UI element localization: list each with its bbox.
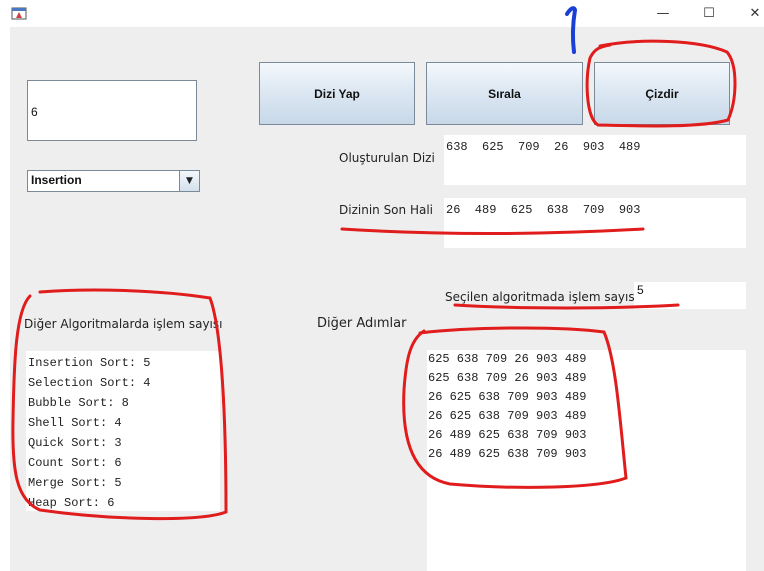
other-algorithms-label: Diğer Algoritmalarda işlem sayısı — [24, 317, 223, 331]
java-app-icon — [11, 7, 27, 20]
make-array-button[interactable]: Dizi Yap — [259, 62, 415, 125]
maximize-icon: ☐ — [703, 6, 715, 21]
list-item: Shell Sort: 4 — [28, 416, 122, 430]
chevron-down-icon[interactable]: ▼ — [179, 171, 199, 191]
algorithm-select[interactable]: Insertion ▼ — [27, 170, 200, 192]
maximize-button[interactable]: ☐ — [686, 0, 732, 27]
final-array-field[interactable]: 26 489 625 638 709 903 — [444, 198, 746, 248]
sort-button[interactable]: Sırala — [426, 62, 583, 125]
steps-text-area[interactable]: 625 638 709 26 903 489 625 638 709 26 90… — [427, 350, 746, 571]
list-item: 26 489 625 638 709 903 — [428, 428, 587, 442]
algorithm-select-value: Insertion — [31, 173, 82, 187]
selected-ops-value: 5 — [637, 283, 644, 297]
array-size-input[interactable]: 6 — [27, 80, 197, 141]
created-array-value: 638 625 709 26 903 489 — [446, 140, 641, 154]
main-panel: 6 Insertion ▼ Dizi Yap Sırala Çizdir Olu… — [10, 27, 764, 571]
list-item: Heap Sort: 6 — [28, 496, 115, 510]
list-item: 26 625 638 709 903 489 — [428, 409, 587, 423]
selected-ops-label: Seçilen algoritmada işlem sayısı — [445, 290, 638, 304]
final-array-label: Dizinin Son Hali — [339, 203, 433, 217]
created-array-label: Oluşturulan Dizi — [339, 151, 435, 165]
list-item: Bubble Sort: 8 — [28, 396, 129, 410]
close-icon: ✕ — [749, 6, 761, 21]
close-button[interactable]: ✕ — [732, 0, 764, 27]
draw-button[interactable]: Çizdir — [594, 62, 730, 125]
created-array-field[interactable]: 638 625 709 26 903 489 — [444, 135, 746, 185]
list-item: 625 638 709 26 903 489 — [428, 352, 587, 366]
list-item: Quick Sort: 3 — [28, 436, 122, 450]
title-bar: — ☐ ✕ — [0, 0, 764, 27]
list-item: 625 638 709 26 903 489 — [428, 371, 587, 385]
list-item: 26 625 638 709 903 489 — [428, 390, 587, 404]
final-array-value: 26 489 625 638 709 903 — [446, 203, 641, 217]
list-item: Count Sort: 6 — [28, 456, 122, 470]
other-steps-label: Diğer Adımlar — [317, 316, 407, 331]
array-size-value: 6 — [31, 105, 38, 119]
list-item: 26 489 625 638 709 903 — [428, 447, 587, 461]
minimize-icon: — — [656, 6, 670, 21]
list-item: Insertion Sort: 5 — [28, 356, 151, 370]
list-item: Merge Sort: 5 — [28, 476, 122, 490]
list-item: Selection Sort: 4 — [28, 376, 151, 390]
selected-ops-field[interactable]: 5 — [634, 282, 746, 309]
algorithm-counts-list[interactable]: Insertion Sort: 5 Selection Sort: 4 Bubb… — [26, 351, 220, 511]
minimize-button[interactable]: — — [640, 0, 686, 27]
